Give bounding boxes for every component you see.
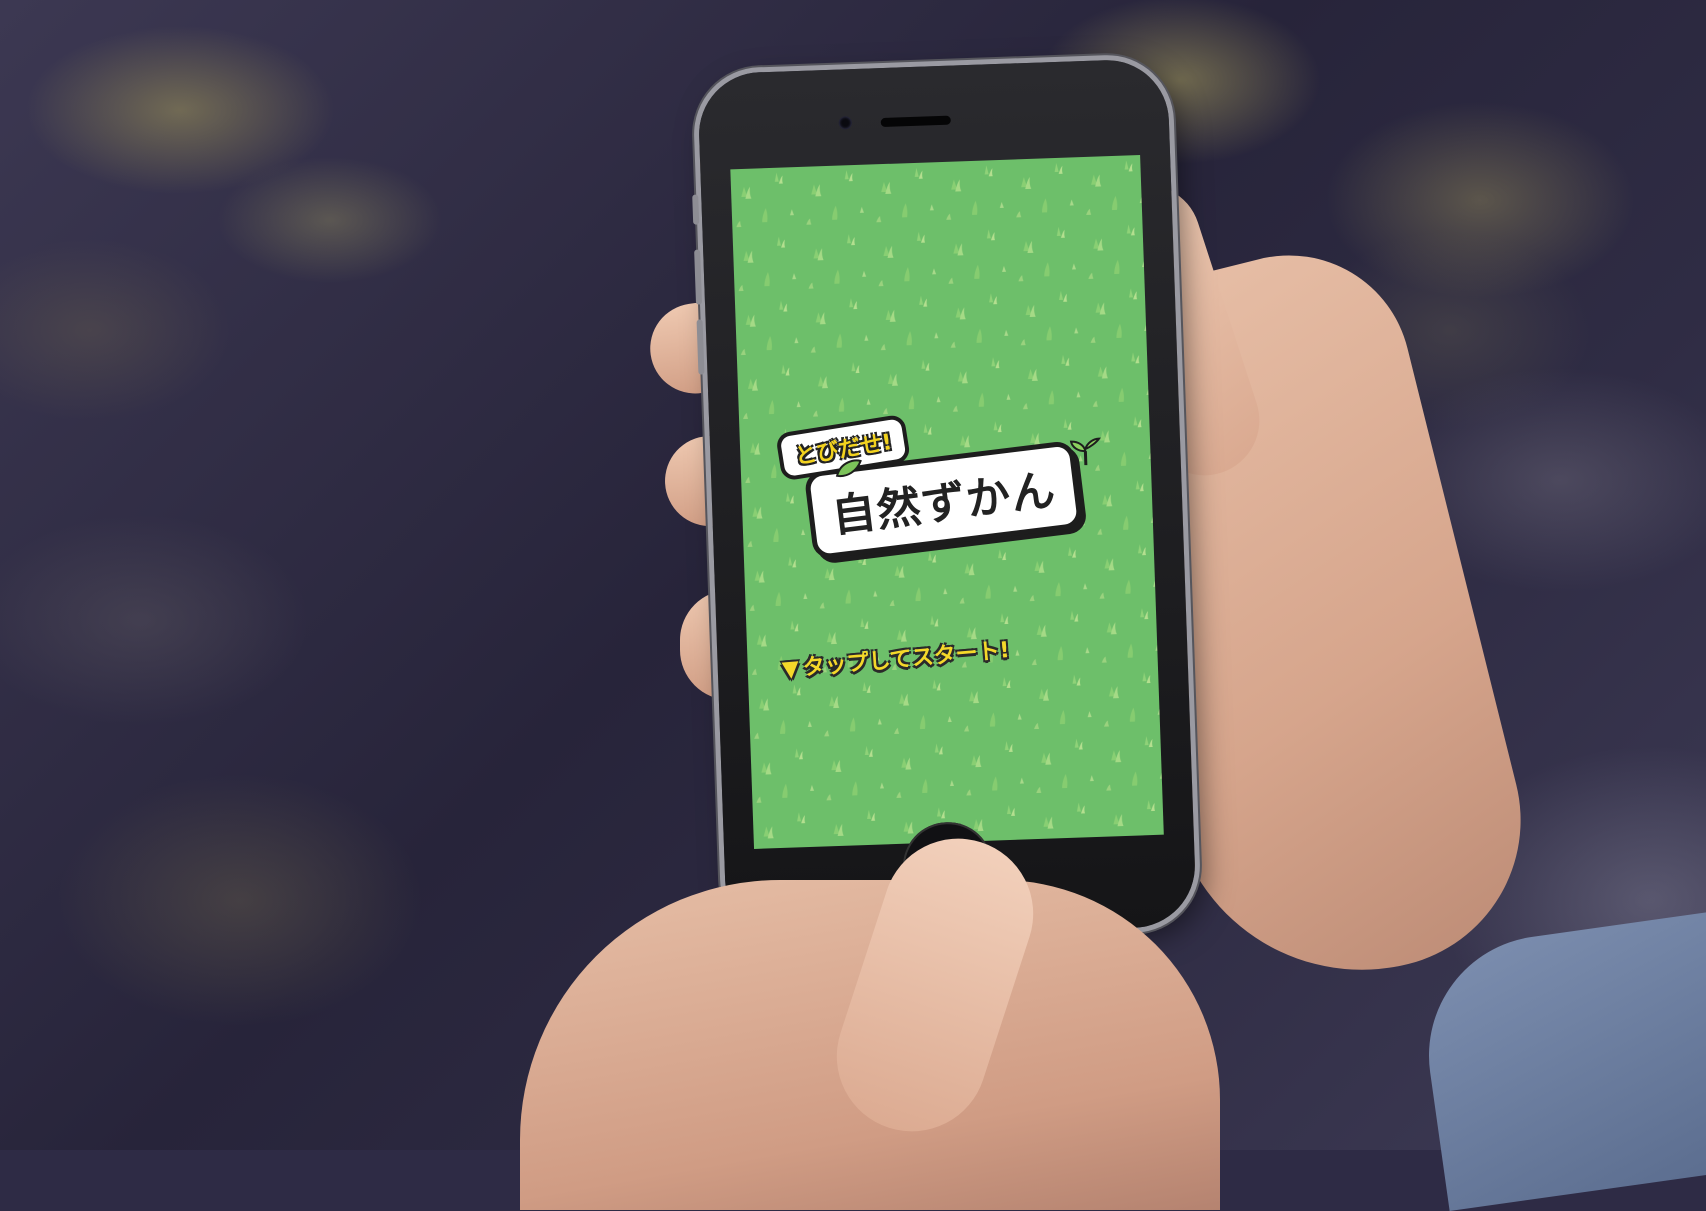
mute-switch <box>692 194 700 225</box>
game-logo: とびだせ! 自然ずかん <box>775 413 1111 561</box>
app-title-screen[interactable]: とびだせ! 自然ずかん ▼タップしてスタート! <box>730 155 1164 849</box>
front-camera-icon <box>838 116 852 130</box>
triangle-down-icon: ▼ <box>781 656 801 683</box>
leaf-icon <box>835 459 862 478</box>
smartphone: とびだせ! 自然ずかん ▼タップしてスタート! <box>692 58 1198 942</box>
sprout-icon <box>1069 437 1101 466</box>
earpiece-speaker <box>880 115 951 128</box>
